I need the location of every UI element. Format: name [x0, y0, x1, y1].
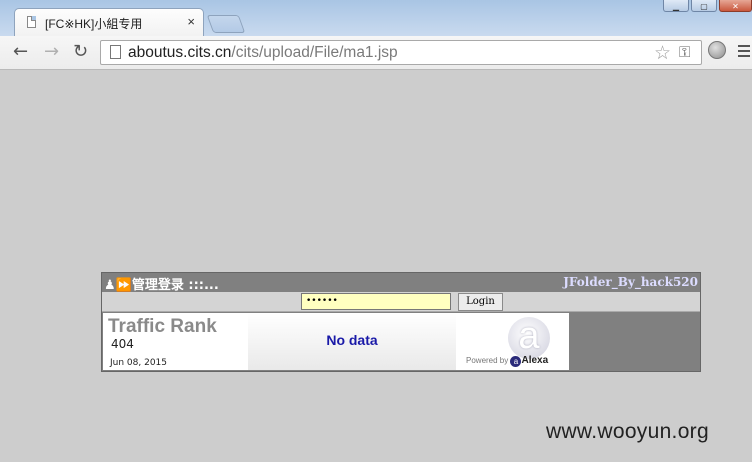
reload-icon[interactable]: ↻	[73, 42, 88, 62]
star-icon[interactable]: ☆	[654, 42, 671, 64]
powered-by-label: Powered by	[466, 356, 509, 365]
page-icon	[110, 45, 121, 59]
alexa-badge[interactable]: a Powered by a Alexa	[456, 313, 569, 370]
powered-by: Powered by a Alexa	[466, 355, 548, 367]
browser-tab[interactable]: [FC※HK]小組专用 ×	[14, 8, 204, 36]
traffic-rank-title: Traffic Rank	[108, 316, 217, 337]
tab-title: [FC※HK]小組专用	[45, 17, 143, 31]
login-title: ♟⏩管理登录 :::...	[104, 278, 219, 293]
forward-icon[interactable]: →	[44, 42, 59, 62]
traffic-rank-value: 404	[111, 337, 134, 351]
maximize-button[interactable]: ▢	[691, 0, 717, 12]
page-icon	[27, 16, 36, 28]
url-host: aboutus.cits.cn	[128, 44, 232, 61]
tab-strip: [FC※HK]小組专用 × ▁ ▢ ✕	[0, 0, 752, 36]
new-tab-button[interactable]	[206, 15, 246, 33]
url-path: /cits/upload/File/ma1.jsp	[231, 44, 398, 61]
address-bar[interactable]: aboutus.cits.cn/cits/upload/File/ma1.jsp…	[100, 40, 702, 65]
minimize-button[interactable]: ▁	[663, 0, 689, 12]
traffic-rank-date: Jun 08, 2015	[110, 358, 168, 368]
alexa-logo-icon: a	[508, 317, 550, 359]
alexa-small-icon: a	[510, 356, 522, 367]
back-icon[interactable]: ←	[13, 42, 28, 62]
alexa-brand: Alexa	[521, 355, 549, 366]
alexa-widget[interactable]: Traffic Rank 404 Jun 08, 2015 No data a …	[103, 313, 569, 370]
watermark: www.wooyun.org	[546, 420, 709, 443]
globe-icon[interactable]	[708, 41, 726, 59]
jfolder-brand: JFolder_By_hack520	[563, 275, 698, 289]
rank-chart: No data	[248, 313, 456, 370]
window-close-button[interactable]: ✕	[719, 0, 752, 12]
address-url[interactable]: aboutus.cits.cn/cits/upload/File/ma1.jsp	[128, 44, 398, 62]
password-field[interactable]: ••••••	[301, 293, 451, 310]
menu-icon[interactable]	[738, 45, 750, 60]
no-data-label: No data	[326, 332, 378, 348]
login-button[interactable]: Login	[458, 293, 503, 311]
browser-toolbar: ← → ↻ aboutus.cits.cn/cits/upload/File/m…	[0, 36, 752, 70]
key-icon[interactable]: ⚿	[679, 43, 690, 61]
close-icon[interactable]: ×	[187, 14, 195, 29]
login-row: •••••• Login	[102, 292, 700, 312]
panel-header: ♟⏩管理登录 :::... JFolder_By_hack520	[102, 273, 700, 293]
jfolder-panel: ♟⏩管理登录 :::... JFolder_By_hack520 •••••• …	[101, 272, 701, 372]
